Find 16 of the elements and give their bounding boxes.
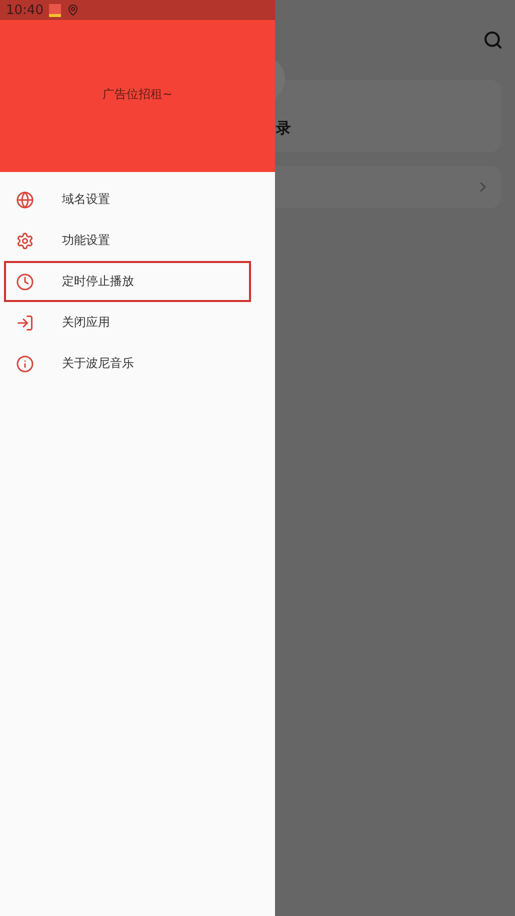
- globe-icon: [16, 190, 34, 208]
- drawer-item[interactable]: 定时停止播放: [4, 261, 251, 302]
- card-title: 录: [276, 119, 291, 138]
- drawer-item[interactable]: 关闭应用: [4, 302, 251, 343]
- notification-icon: [49, 4, 62, 16]
- clock-icon: [16, 272, 34, 290]
- status-time: 10:40: [6, 2, 44, 18]
- drawer-item[interactable]: 功能设置: [4, 220, 251, 261]
- settings-icon: [16, 232, 34, 250]
- search-icon[interactable]: [483, 30, 503, 50]
- enter-icon: [16, 314, 34, 332]
- info-icon: [16, 354, 34, 372]
- location-icon: [67, 4, 80, 16]
- banner-text: 广告位招租~: [102, 86, 173, 102]
- drawer-item[interactable]: 关于波尼音乐: [4, 343, 251, 384]
- drawer-item[interactable]: 域名设置: [4, 179, 251, 220]
